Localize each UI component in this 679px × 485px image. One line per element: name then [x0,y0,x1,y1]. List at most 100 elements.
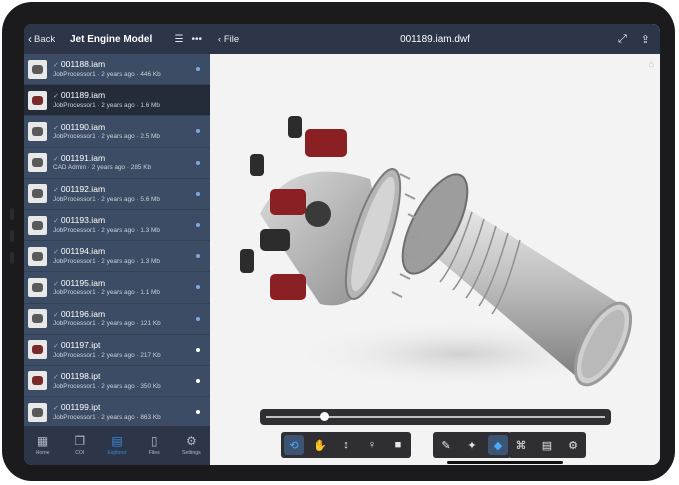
tab-coi[interactable]: ❐ COI [61,426,98,465]
viewer-header: ‹ File 001189.iam.dwf ⤢ ⇪ [210,24,660,54]
file-row[interactable]: ✓ 001196.iam JobProcessor1 · 2 years ago ·… [24,304,210,335]
model-viewer: ‹ File 001189.iam.dwf ⤢ ⇪ ⌂ ⟲ ✋ ↕ ♀ ■ ✎ … [210,24,660,465]
file-icon: ▯ [150,434,158,448]
check-icon: ✓ [53,62,59,70]
file-thumbnail [28,90,47,110]
file-info: JobProcessor1 · 2 years ago · 217 Kb [53,351,161,359]
zoom-arrows-icon[interactable]: ↕ [336,435,356,455]
file-name: ✓ 001190.iam [53,121,106,132]
file-info: JobProcessor1 · 2 years ago · 5.6 Mb [53,195,160,203]
slider-track [266,416,605,418]
model-tree-icon[interactable]: ⌘ [511,435,531,455]
file-info: JobProcessor1 · 2 years ago · 350 Kb [53,382,161,390]
file-name: ✓ 001198.ipt [53,371,101,382]
file-name: ✓ 001189.iam [53,90,106,101]
check-icon: ✓ [53,374,59,382]
sync-status-dot [196,285,200,290]
file-thumbnail [28,153,47,173]
file-row[interactable]: ✓ 001192.iam JobProcessor1 · 2 years ago ·… [24,179,210,210]
tab-label: COI [75,450,85,456]
file-row[interactable]: ✓ 001194.iam JobProcessor1 · 2 years ago ·… [24,241,210,273]
home-indicator [447,461,563,464]
sync-status-dot [196,67,200,72]
camera-icon[interactable]: ■ [388,435,408,455]
file-row[interactable]: ✓ 001190.iam JobProcessor1 · 2 years ago ·… [24,116,210,148]
slider-knob[interactable] [319,412,329,421]
tablet-frame: ‹ Back Jet Engine Model ☰ ••• ✓ 001188.ia… [2,2,675,481]
back-button[interactable]: ‹ Back [28,32,55,46]
section-icon[interactable]: ◆ [488,435,508,455]
tab-settings[interactable]: ⚙ Settings [173,426,210,465]
file-info: JobProcessor1 · 2 years ago · 446 Kb [53,70,161,78]
file-thumbnail [28,121,47,141]
sync-status-dot [196,347,200,352]
file-info: JobProcessor1 · 2 years ago · 2.5 Mb [53,133,160,141]
file-name: ✓ 001197.ipt [53,339,101,350]
tab-files[interactable]: ▯ Files [136,426,173,465]
document-title: 001189.iam.dwf [400,33,470,45]
tab-label: Home [35,450,50,456]
explode-icon[interactable]: ✦ [462,435,482,455]
file-row[interactable]: ✓ 001189.iam JobProcessor1 · 2 years ago ·… [24,85,210,117]
explorer-icon: ▤ [111,434,123,448]
pan-hand-icon[interactable]: ✋ [310,435,330,455]
sync-status-dot [196,254,200,259]
file-row[interactable]: ✓ 001188.iam JobProcessor1 · 2 years ago ·… [24,54,210,86]
sidebar-header: ‹ Back Jet Engine Model ☰ ••• [24,24,210,54]
home-grid-icon: ▦ [36,434,49,448]
file-info: JobProcessor1 · 2 years ago · 121 Kb [53,320,161,328]
file-row[interactable]: ✓ 001197.ipt JobProcessor1 · 2 years ago ·… [24,335,210,366]
orbit-icon[interactable]: ⟲ [284,435,304,455]
file-thumbnail [28,59,47,79]
check-icon: ✓ [53,93,59,101]
file-row[interactable]: ✓ 001199.ipt JobProcessor1 · 2 years ago ·… [24,397,210,426]
file-thumbnail [28,215,47,235]
sync-status-dot [196,410,200,415]
sync-status-dot [196,378,200,383]
tab-explorer[interactable]: ▤ Explorer [98,426,135,465]
app-screen: ‹ Back Jet Engine Model ☰ ••• ✓ 001188.ia… [24,24,660,465]
check-icon: ✓ [53,311,59,319]
settings-gear-icon[interactable]: ⚙ [563,435,583,455]
file-name: ✓ 001196.iam [53,308,106,319]
toolbar-group: ⟲ ✋ ↕ ♀ ■ [281,432,411,458]
file-browser-sidebar: ‹ Back Jet Engine Model ☰ ••• ✓ 001188.ia… [24,24,210,465]
explode-slider[interactable] [260,409,611,425]
toolbar-group: ✎ ✦ ◆ [433,432,511,458]
gear-icon: ⚙ [186,434,197,448]
sliders-icon[interactable]: ☰ [175,34,184,45]
file-list: ✓ 001188.iam JobProcessor1 · 2 years ago ·… [24,54,210,426]
file-row[interactable]: ✓ 001191.iam CAD Admin · 2 years ago · 285… [24,148,210,179]
sync-status-dot [196,129,200,134]
toolbar-group: ⌘ ▤ ⚙ [508,432,586,458]
file-info: JobProcessor1 · 2 years ago · 1.6 Mb [53,102,160,110]
file-row[interactable]: ✓ 001193.iam JobProcessor1 · 2 years ago ·… [24,210,210,242]
tab-home[interactable]: ▦ Home [24,426,61,465]
file-name: ✓ 001188.iam [53,59,106,70]
more-icon[interactable]: ••• [191,34,202,45]
check-icon: ✓ [53,155,59,163]
check-icon: ✓ [53,218,59,226]
share-icon[interactable]: ⇪ [641,33,650,46]
file-info: JobProcessor1 · 2 years ago · 1.3 Mb [53,258,160,266]
file-name: ✓ 001192.iam [53,183,106,194]
file-row[interactable]: ✓ 001198.ipt JobProcessor1 · 2 years ago ·… [24,366,210,398]
chevron-left-icon: ‹ [28,32,32,46]
file-row[interactable]: ✓ 001195.iam JobProcessor1 · 2 years ago ·… [24,272,210,304]
folder-title: Jet Engine Model [70,33,153,45]
file-info: JobProcessor1 · 2 years ago · 1.3 Mb [53,226,160,234]
check-icon: ✓ [53,124,59,132]
side-sensor [10,208,14,220]
markup-pencil-icon[interactable]: ✎ [436,435,456,455]
properties-icon[interactable]: ▤ [537,435,557,455]
file-thumbnail [28,371,47,391]
walk-person-icon[interactable]: ♀ [362,435,382,455]
back-label: Back [34,33,56,45]
expand-icon[interactable]: ⤢ [618,33,627,46]
sync-status-dot [196,160,200,165]
home-view-icon[interactable]: ⌂ [649,59,654,69]
3d-model-canvas[interactable] [210,54,660,414]
tab-label: Settings [182,450,201,456]
check-icon: ✓ [53,405,59,413]
file-thumbnail [28,277,47,297]
